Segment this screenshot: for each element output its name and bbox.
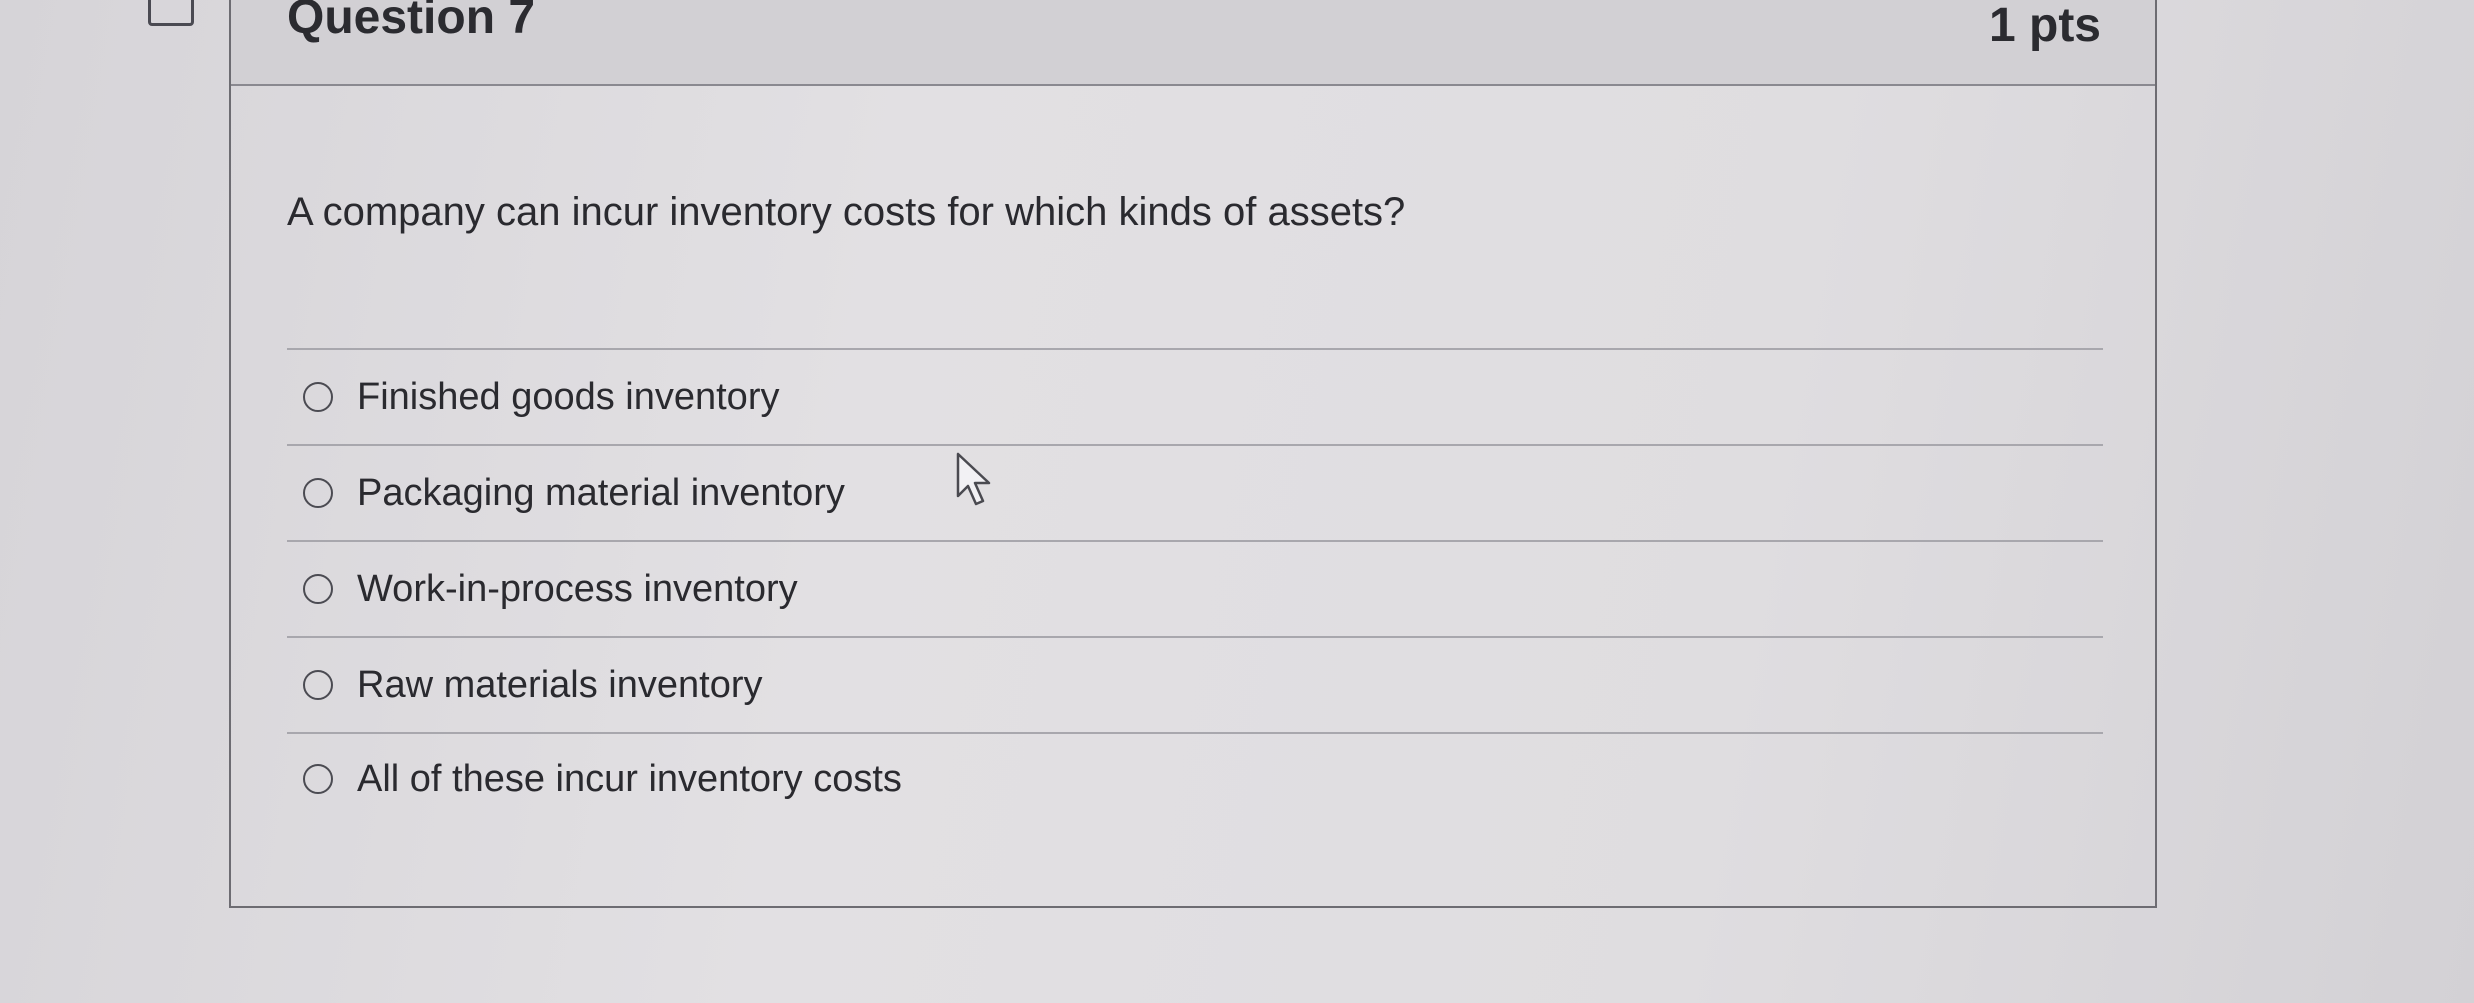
radio-button-icon[interactable]: [303, 670, 333, 700]
answer-option[interactable]: All of these incur inventory costs: [287, 732, 2103, 824]
question-card: Question 7 1 pts A company can incur inv…: [229, 0, 2157, 908]
answer-option[interactable]: Work-in-process inventory: [287, 540, 2103, 636]
radio-button-icon[interactable]: [303, 478, 333, 508]
answer-option[interactable]: Packaging material inventory: [287, 444, 2103, 540]
answer-label[interactable]: Raw materials inventory: [357, 664, 762, 707]
answer-label[interactable]: Work-in-process inventory: [357, 568, 798, 611]
radio-button-icon[interactable]: [303, 764, 333, 794]
answer-option[interactable]: Raw materials inventory: [287, 636, 2103, 732]
flag-question-icon[interactable]: [148, 0, 194, 26]
question-header: Question 7 1 pts: [231, 0, 2155, 86]
mouse-pointer-icon: [956, 452, 991, 506]
answer-label[interactable]: Finished goods inventory: [357, 376, 779, 419]
radio-button-icon[interactable]: [303, 574, 333, 604]
radio-button-icon[interactable]: [303, 382, 333, 412]
answer-list: Finished goods inventory Packaging mater…: [287, 348, 2103, 824]
question-points: 1 pts: [1988, 0, 2101, 52]
question-prompt: A company can incur inventory costs for …: [287, 190, 1406, 234]
answer-label[interactable]: All of these incur inventory costs: [357, 758, 902, 801]
question-title: Question 7: [287, 0, 536, 44]
answer-option[interactable]: Finished goods inventory: [287, 348, 2103, 444]
answer-label[interactable]: Packaging material inventory: [357, 472, 845, 515]
